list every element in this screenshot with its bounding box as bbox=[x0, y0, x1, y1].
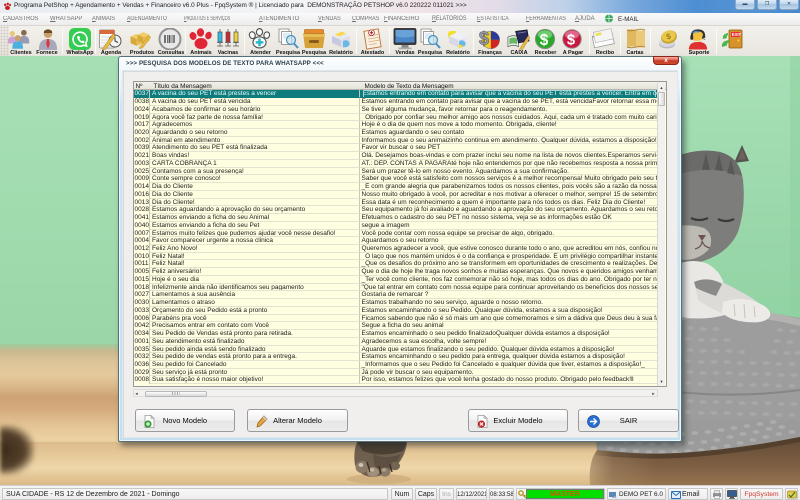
svg-text:$: $ bbox=[479, 28, 489, 49]
svg-text:$: $ bbox=[567, 33, 575, 49]
svg-text:EXIT: EXIT bbox=[732, 32, 742, 37]
svg-text:$: $ bbox=[540, 32, 549, 49]
